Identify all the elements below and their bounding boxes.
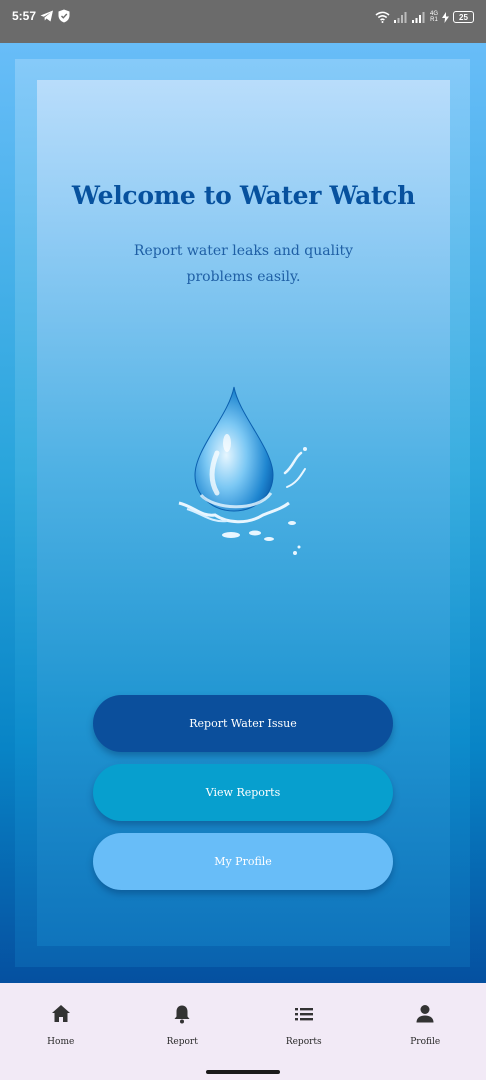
page-subtitle: Report water leaks and quality problems …	[133, 243, 354, 285]
signal-icon	[393, 12, 407, 23]
nav-item-profile[interactable]: Profile	[365, 983, 486, 1063]
water-drop-icon	[178, 386, 307, 555]
wifi-icon	[375, 11, 390, 23]
nav-item-reports[interactable]: Reports	[243, 983, 365, 1063]
status-bar: 5:57 4G R1 25	[0, 0, 486, 43]
telegram-icon	[40, 10, 53, 22]
report-water-issue-button[interactable]: Report Water Issue	[93, 695, 393, 752]
bottom-nav: Home Report Reports Profile	[0, 983, 486, 1063]
nav-label-reports: Reports	[285, 1037, 322, 1047]
nav-label-profile: Profile	[410, 1037, 441, 1047]
view-reports-button[interactable]: View Reports	[93, 764, 393, 821]
status-icons: 4G R1 25	[375, 9, 474, 25]
nav-item-home[interactable]: Home	[0, 983, 122, 1063]
nav-item-report[interactable]: Report	[122, 983, 244, 1063]
nav-label-home: Home	[47, 1037, 75, 1047]
signal-icon-2	[411, 12, 425, 23]
bell-icon	[174, 1005, 190, 1024]
my-profile-button[interactable]: My Profile	[93, 833, 393, 890]
nav-label-report: Report	[166, 1037, 198, 1047]
home-indicator[interactable]	[206, 1070, 280, 1074]
person-icon	[416, 1005, 434, 1023]
page-title: Welcome to Water Watch	[71, 181, 416, 210]
home-icon	[51, 1005, 70, 1022]
status-time: 5:57	[12, 9, 37, 23]
welcome-card: Welcome to Water Watch Report water leak…	[37, 80, 450, 946]
charging-icon	[442, 11, 449, 23]
app-content: Welcome to Water Watch Report water leak…	[0, 43, 486, 983]
network-type: 4G R1	[429, 11, 438, 23]
list-icon	[294, 1008, 313, 1021]
battery-icon: 25	[453, 11, 474, 23]
shield-icon	[58, 9, 70, 23]
